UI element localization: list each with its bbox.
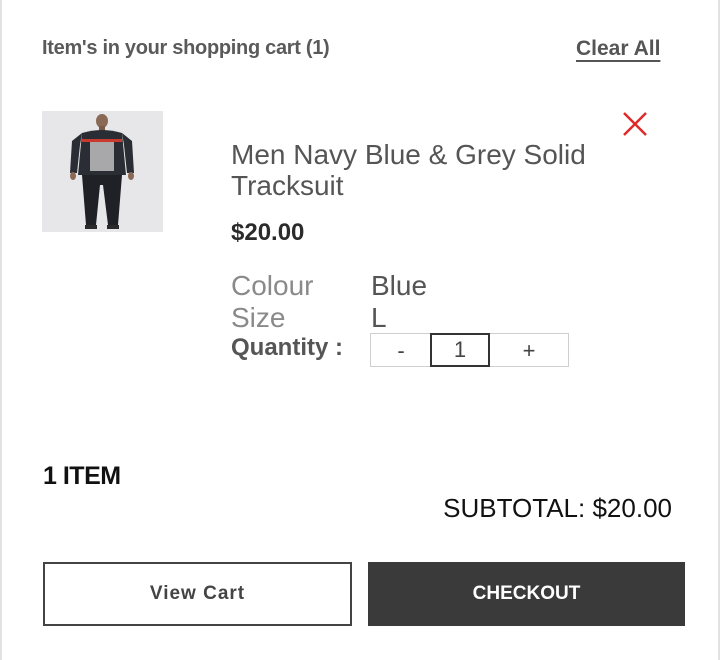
colour-label: Colour: [231, 270, 314, 301]
cart-title: Item's in your shopping cart (1): [42, 37, 330, 59]
clear-all-link[interactable]: Clear All: [576, 37, 660, 61]
item-count: 1 ITEM: [43, 462, 121, 490]
product-price: $20.00: [231, 219, 305, 246]
subtotal: SUBTOTAL: $20.00: [443, 493, 672, 523]
product-name[interactable]: Men Navy Blue & Grey Solid Tracksuit: [231, 139, 591, 201]
quantity-increase-button[interactable]: +: [489, 333, 569, 367]
quantity-decrease-button[interactable]: -: [370, 333, 432, 367]
quantity-label: Quantity :: [231, 334, 343, 361]
close-icon[interactable]: [621, 110, 649, 138]
colour-value: Blue: [371, 270, 428, 301]
cart-panel: Item's in your shopping cart (1) Clear A…: [0, 0, 720, 660]
product-image[interactable]: [42, 111, 163, 232]
view-cart-button[interactable]: View Cart: [43, 562, 352, 626]
size-label: Size: [231, 302, 286, 333]
quantity-input[interactable]: 1: [430, 333, 490, 367]
checkout-button[interactable]: CHECKOUT: [368, 562, 685, 626]
size-value: L: [371, 302, 387, 333]
tracksuit-image: [42, 111, 163, 232]
